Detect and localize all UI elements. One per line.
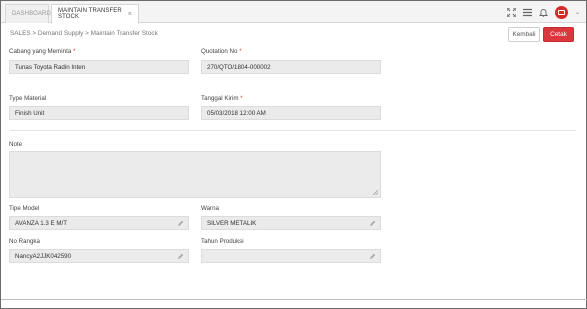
tahun-produksi-field[interactable] (201, 249, 381, 263)
cabang-label: Cabang yang Meminta * (9, 48, 75, 55)
no-rangka-value: NancyA2JJK042590 (15, 252, 72, 260)
tipe-model-field[interactable]: AVANZA 1.3 E M/T (9, 216, 189, 230)
app-window: DASHBOARD MAINTAIN TRANSFER STOCK × ⌄ SA… (0, 0, 587, 309)
tipe-model-value: AVANZA 1.3 E M/T (15, 219, 68, 227)
tab-maintain-transfer-stock[interactable]: MAINTAIN TRANSFER STOCK × (51, 4, 139, 24)
type-material-field[interactable]: Finish Unit (9, 106, 189, 120)
breadcrumb: SALES > Demand Supply > Maintain Transfe… (10, 30, 158, 37)
warna-value: SILVER METALIK (207, 219, 257, 227)
chevron-down-icon[interactable]: ⌄ (575, 9, 580, 16)
tanggal-kirim-field[interactable]: 05/03/2018 12:00 AM (201, 106, 381, 120)
quotation-label-text: Quotation No (201, 48, 238, 55)
pencil-icon[interactable] (177, 220, 184, 227)
tanggal-kirim-label: Tanggal Kirim * (201, 95, 243, 102)
tanggal-kirim-value: 05/03/2018 12:00 AM (207, 109, 266, 117)
top-toolbar: ⌄ (506, 6, 580, 19)
cabang-label-text: Cabang yang Meminta (9, 48, 72, 55)
no-rangka-field[interactable]: NancyA2JJK042590 (9, 249, 189, 263)
warna-label: Warna (201, 205, 219, 212)
menu-icon[interactable] (522, 8, 532, 17)
tab-dashboard[interactable]: DASHBOARD (5, 4, 51, 23)
note-textarea[interactable] (9, 151, 381, 198)
type-material-value: Finish Unit (15, 109, 45, 117)
pencil-icon[interactable] (369, 220, 376, 227)
note-label: Note (9, 141, 23, 148)
close-icon[interactable]: × (128, 11, 132, 18)
type-material-label: Type Material (9, 95, 47, 102)
no-rangka-label: No Rangka (9, 238, 40, 245)
bell-icon[interactable] (538, 8, 548, 17)
kembali-button[interactable]: Kembali (508, 27, 540, 42)
required-mark: * (239, 48, 242, 55)
pencil-icon[interactable] (369, 253, 376, 260)
user-avatar-icon[interactable] (554, 6, 568, 19)
tab-dashboard-label: DASHBOARD (12, 11, 51, 17)
quotation-value: 270/QTO/1804-000002 (207, 63, 271, 71)
cabang-field[interactable]: Tunas Toyota Radin Inten (9, 60, 189, 74)
tipe-model-label: Tipe Model (9, 205, 40, 212)
required-mark: * (73, 48, 76, 55)
tanggal-kirim-label-text: Tanggal Kirim (201, 95, 239, 102)
bottom-border (1, 299, 587, 300)
tab-maintain-transfer-stock-label: MAINTAIN TRANSFER STOCK (58, 8, 122, 20)
warna-field[interactable]: SILVER METALIK (201, 216, 381, 230)
quotation-label: Quotation No * (201, 48, 242, 55)
section-divider (10, 130, 576, 131)
resize-handle-icon[interactable] (373, 190, 378, 195)
tahun-produksi-label: Tahun Produksi (201, 238, 244, 245)
pencil-icon[interactable] (177, 253, 184, 260)
quotation-field[interactable]: 270/QTO/1804-000002 (201, 60, 381, 74)
tab-bar: DASHBOARD MAINTAIN TRANSFER STOCK × ⌄ (1, 1, 586, 24)
required-mark: * (240, 95, 243, 102)
expand-icon[interactable] (506, 8, 516, 17)
cabang-value: Tunas Toyota Radin Inten (15, 63, 86, 71)
cetak-button[interactable]: Cetak (543, 27, 574, 42)
